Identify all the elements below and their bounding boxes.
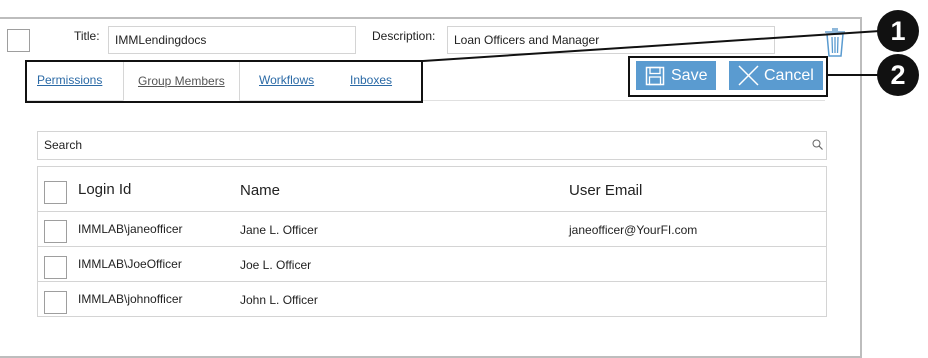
row-checkbox[interactable]: [44, 256, 67, 279]
callout-marker-2: 2: [877, 54, 919, 96]
column-login-id[interactable]: Login Id: [78, 181, 131, 198]
name-cell: John L. Officer: [240, 293, 318, 307]
search-input[interactable]: Search: [37, 131, 827, 160]
row-checkbox[interactable]: [44, 291, 67, 314]
table-row[interactable]: IMMLAB\JoeOfficer Joe L. Officer: [38, 247, 826, 282]
table-row[interactable]: IMMLAB\janeofficer Jane L. Officer janeo…: [38, 212, 826, 247]
callout-marker-1: 1: [877, 10, 919, 52]
row-checkbox[interactable]: [44, 220, 67, 243]
search-placeholder: Search: [44, 138, 83, 152]
search-icon[interactable]: [812, 139, 823, 150]
name-cell: Jane L. Officer: [240, 223, 318, 237]
login-id-cell: IMMLAB\johnofficer: [78, 292, 183, 306]
login-id-cell: IMMLAB\JoeOfficer: [78, 257, 182, 271]
login-id-cell: IMMLAB\janeofficer: [78, 222, 183, 236]
column-user-email[interactable]: User Email: [569, 182, 642, 199]
select-all-checkbox[interactable]: [44, 181, 67, 204]
table-row[interactable]: IMMLAB\johnofficer John L. Officer: [38, 282, 826, 317]
name-cell: Joe L. Officer: [240, 258, 312, 272]
email-cell: janeofficer@YourFI.com: [569, 223, 698, 237]
table-header: Login Id Name User Email: [38, 167, 826, 212]
members-table: Login Id Name User Email IMMLAB\janeoffi…: [37, 166, 827, 317]
column-name[interactable]: Name: [240, 182, 280, 199]
